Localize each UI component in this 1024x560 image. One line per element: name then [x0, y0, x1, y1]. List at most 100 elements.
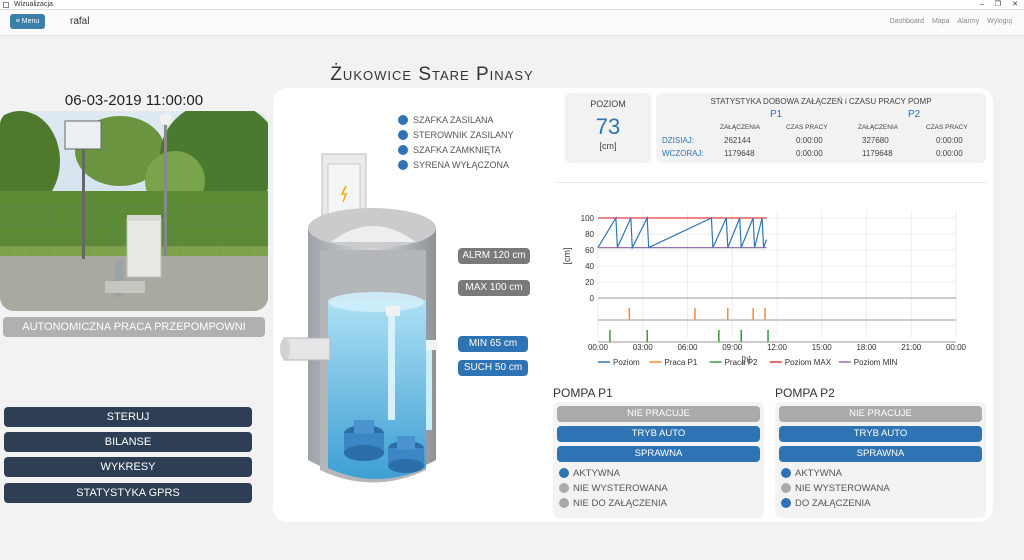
stats-cell: 1179648 — [724, 149, 755, 158]
status-item: Syrena wyłączona — [398, 158, 514, 173]
status-list: Szafka zasilana Sterownik zasilany Szafk… — [398, 113, 514, 173]
pump-p1-state: NIE WYSTEROWANA — [557, 481, 760, 496]
pump-p1-state: AKTYWNA — [557, 466, 760, 481]
stats-title: STATYSTYKA DOBOWA ZAŁĄCZEŃ i CZASU PRACY… — [710, 97, 932, 106]
pump-p2-state: NIE WYSTEROWANA — [779, 481, 982, 496]
autonomous-mode-button[interactable]: AUTONOMICZNA PRACA PRZEPOMPOWNI — [3, 317, 265, 337]
level-title: POZIOM — [590, 99, 626, 109]
level-value: 73 — [595, 114, 621, 139]
pump-p1-panel: POMPA P1 NIE PRACUJE TRYB AUTO SPRAWNA A… — [553, 386, 764, 518]
stats-cell: 0:00:00 — [936, 136, 963, 145]
status-dot — [398, 130, 408, 140]
pump-p2-running-button[interactable]: NIE PRACUJE — [779, 406, 982, 422]
pump-p1-running-button[interactable]: NIE PRACUJE — [557, 406, 760, 422]
maximize-button[interactable]: ❐ — [995, 0, 1001, 10]
state-dot — [559, 498, 569, 508]
level-box: POZIOM 73 [cm] — [565, 93, 651, 163]
status-item: Sterownik zasilany — [398, 128, 514, 143]
stats-row-label: WCZORAJ: — [662, 149, 704, 158]
page-title: Żukowice Stare Pinasy — [330, 64, 534, 85]
dry-level-label: SUCH 50 cm — [458, 360, 528, 376]
state-dot — [781, 483, 791, 493]
y-tick-label: 60 — [585, 246, 594, 255]
nav-link-mapa[interactable]: Mapa — [932, 18, 950, 25]
state-dot — [781, 498, 791, 508]
status-dot — [398, 160, 408, 170]
pump-p1-box: NIE PRACUJE TRYB AUTO SPRAWNA AKTYWNA NI… — [553, 402, 764, 518]
status-dot — [398, 115, 408, 125]
minimize-button[interactable]: – — [980, 0, 984, 10]
pump-p1-state: NIE DO ZAŁĄCZENIA — [557, 496, 760, 511]
legend-label: Poziom MAX — [785, 358, 832, 367]
pump-p2-state: DO ZAŁĄCZENIA — [779, 496, 982, 511]
level-unit: [cm] — [599, 141, 617, 151]
nav-link-alarmy[interactable]: Alarmy — [957, 18, 979, 25]
state-dot — [781, 468, 791, 478]
station-photo — [0, 111, 268, 311]
stats-cell: 1179648 — [862, 149, 893, 158]
y-tick-label: 80 — [585, 230, 594, 239]
daily-stats-box: STATYSTYKA DOBOWA ZAŁĄCZEŃ i CZASU PRACY… — [656, 93, 986, 163]
status-item: Szafka zamknięta — [398, 143, 514, 158]
stats-p2-header: P2 — [908, 109, 921, 120]
y-tick-label: 20 — [585, 278, 594, 287]
y-tick-label: 100 — [581, 214, 595, 223]
legend-label: Poziom — [613, 358, 640, 367]
pump-p2-operational-button[interactable]: SPRAWNA — [779, 446, 982, 462]
y-tick-label: 40 — [585, 262, 594, 271]
legend-label: Poziom MIN — [854, 358, 898, 367]
status-dot — [398, 145, 408, 155]
stats-cell: 327680 — [862, 136, 889, 145]
x-tick-label: 21:00 — [901, 343, 922, 352]
pump-p2-box: NIE PRACUJE TRYB AUTO SPRAWNA AKTYWNA NI… — [775, 402, 986, 518]
nav-link-wyloguj[interactable]: Wyloguj — [987, 18, 1012, 25]
x-tick-label: 09:00 — [722, 343, 743, 352]
pump-p2-state: AKTYWNA — [779, 466, 982, 481]
brand-username: rafal — [70, 16, 90, 27]
x-tick-label: 00:00 — [588, 343, 609, 352]
stats-col-zal-p2: ZAŁĄCZENIA — [858, 124, 899, 131]
wykresy-button[interactable]: WYKRESY — [4, 457, 252, 477]
alarm-level-label: ALRM 120 cm — [458, 248, 530, 264]
pump-p2-title: POMPA P2 — [775, 386, 835, 400]
steruj-button[interactable]: STERUJ — [4, 407, 252, 427]
pump-p2-panel: POMPA P2 NIE PRACUJE TRYB AUTO SPRAWNA A… — [775, 386, 986, 518]
nav-links: Dashboard Mapa Alarmy Wyloguj — [884, 18, 1012, 25]
window-title: Wizualizacja — [14, 1, 53, 8]
stats-cell: 262144 — [724, 136, 751, 145]
stats-col-czas-p2: CZAS PRACY — [926, 124, 968, 131]
state-dot — [559, 468, 569, 478]
x-tick-label: 06:00 — [677, 343, 698, 352]
menu-button[interactable]: ≡ Menu — [10, 14, 45, 29]
close-button[interactable]: ✕ — [1012, 0, 1018, 10]
stats-cell: 0:00:00 — [796, 149, 823, 158]
x-tick-label: 12:00 — [767, 343, 788, 352]
pump-p1-title: POMPA P1 — [553, 386, 613, 400]
bilanse-button[interactable]: BILANSE — [4, 432, 252, 452]
datetime: 06-03-2019 11:00:00 — [64, 92, 204, 109]
x-tick-label: 18:00 — [856, 343, 877, 352]
series-level-line — [597, 215, 768, 250]
pump-station-tank — [280, 153, 438, 483]
pump-p2-auto-button[interactable]: TRYB AUTO — [779, 426, 982, 442]
x-tick-label: 03:00 — [633, 343, 654, 352]
state-dot — [559, 483, 569, 493]
stats-col-zal-p1: ZAŁĄCZENIA — [720, 124, 761, 131]
top-navbar: ≡ Menu rafal Dashboard Mapa Alarmy Wylog… — [0, 10, 1024, 36]
nav-link-dashboard[interactable]: Dashboard — [890, 18, 924, 25]
stats-cell: 0:00:00 — [796, 136, 823, 145]
stats-p1-header: P1 — [770, 109, 783, 120]
statystyka-gprs-button[interactable]: STATYSTYKA GPRS — [4, 483, 252, 503]
y-axis-label: [cm] — [562, 248, 572, 265]
stats-col-czas-p1: CZAS PRACY — [786, 124, 828, 131]
max-level-label: MAX 100 cm — [458, 280, 530, 296]
window-titlebar: Wizualizacja – ❐ ✕ — [0, 0, 1024, 10]
stats-row-label: DZISIAJ: — [662, 136, 695, 145]
legend-label: Praca P1 — [664, 358, 697, 367]
min-level-label: MIN 65 cm — [458, 336, 528, 352]
y-tick-label: 0 — [590, 294, 595, 303]
pump-p1-auto-button[interactable]: TRYB AUTO — [557, 426, 760, 442]
pump-p1-operational-button[interactable]: SPRAWNA — [557, 446, 760, 462]
level-chart: 00:00 03:00 06:00 09:00 12:00 15:00 18:00 21:00… — [562, 210, 967, 367]
legend-label: Praca P2 — [725, 358, 758, 367]
